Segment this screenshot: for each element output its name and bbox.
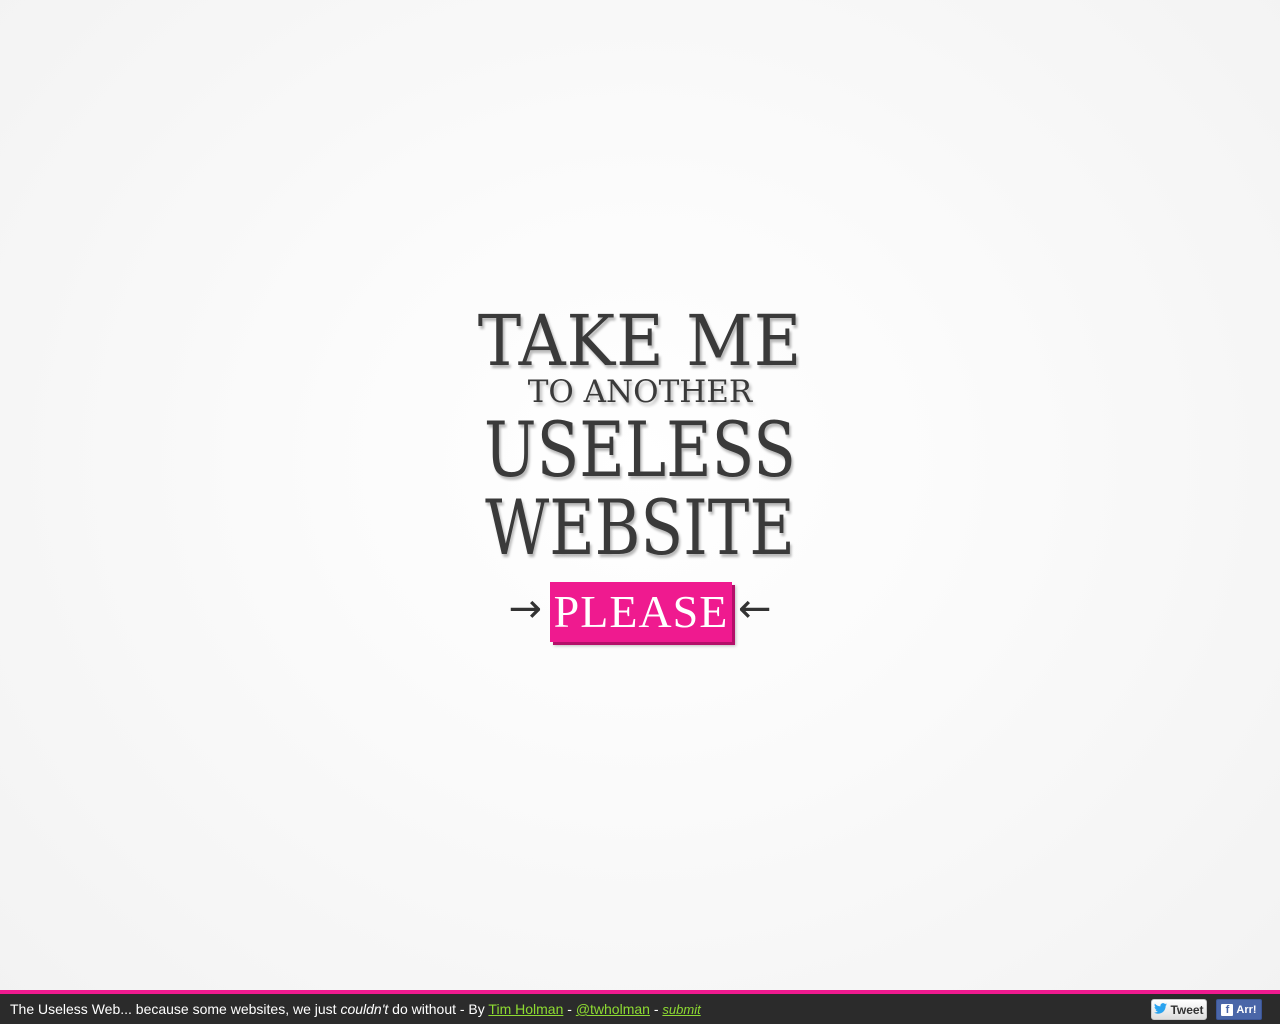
facebook-icon: f [1221, 1003, 1234, 1016]
footer-credits: The Useless Web... because some websites… [10, 1001, 701, 1017]
headline-useless: USELESS [484, 405, 796, 494]
left-arrow-icon: ← [738, 586, 772, 632]
footer-intro-text: The Useless Web... because some websites… [10, 1001, 341, 1017]
twitter-bird-icon [1154, 1002, 1168, 1017]
facebook-like-button[interactable]: f Arr! [1216, 999, 1262, 1020]
footer-bar: The Useless Web... because some websites… [0, 990, 1280, 1024]
author-link[interactable]: Tim Holman [488, 1001, 563, 1017]
tweet-label: Tweet [1170, 1002, 1204, 1017]
twitter-handle-link[interactable]: @twholman [576, 1001, 650, 1017]
tweet-button[interactable]: Tweet [1151, 999, 1207, 1020]
footer-separator: - [563, 1001, 576, 1017]
submit-link[interactable]: submit [662, 1002, 700, 1017]
headline-website: WEBSITE [485, 483, 795, 572]
please-button[interactable]: PLEASE [550, 582, 732, 642]
right-arrow-icon: → [508, 586, 542, 632]
footer-emphasis-text: couldn't [340, 1001, 389, 1017]
footer-by-text: do without - By [388, 1001, 489, 1017]
footer-separator: - [649, 1001, 663, 1017]
headline-to-another: TO ANOTHER [527, 374, 753, 410]
please-row: → PLEASE ← [0, 579, 1280, 645]
facebook-label: Arr! [1236, 1003, 1257, 1016]
headline-take-me: TAKE ME [477, 300, 803, 382]
